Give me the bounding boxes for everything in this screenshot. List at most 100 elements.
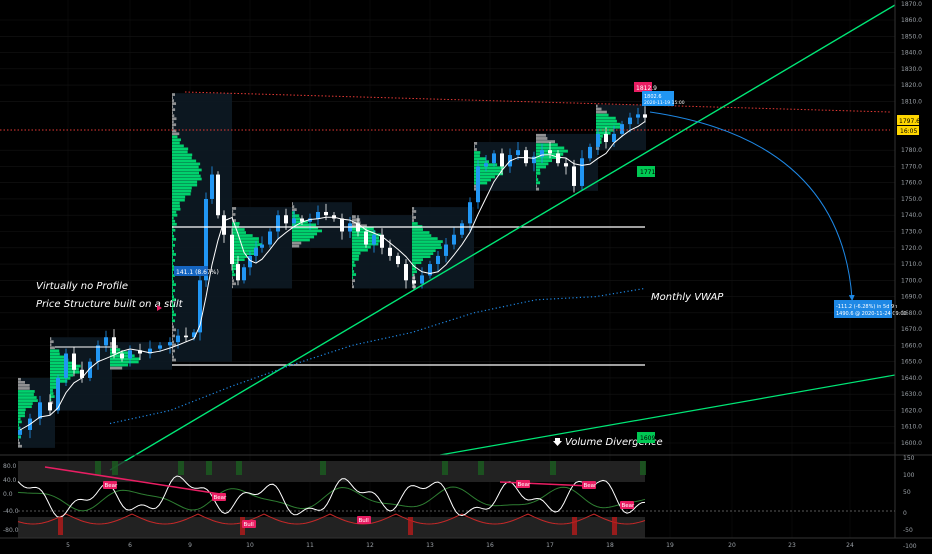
profile-bar — [172, 183, 198, 187]
candle-body — [242, 267, 246, 281]
profile-bar — [50, 346, 55, 350]
profile-bar — [292, 202, 293, 205]
osc-highlight-bar-neg — [612, 517, 617, 535]
profile-bar — [352, 264, 356, 267]
divergence-marker-label: Bear — [105, 483, 119, 489]
date-axis-tick: 6 — [128, 542, 132, 549]
candle-body — [316, 211, 320, 219]
candle-body — [158, 345, 162, 349]
profile-bar — [412, 213, 414, 216]
profile-bar — [352, 257, 359, 261]
price-axis-tick: 1650.0 — [901, 359, 922, 366]
profile-bar — [292, 244, 300, 248]
osc-highlight-bar — [320, 461, 326, 475]
profile-bar — [18, 387, 30, 390]
profile-bar — [172, 204, 180, 208]
price-axis-tick: 1630.0 — [901, 391, 922, 398]
profile-bar — [292, 238, 310, 242]
profile-bar — [18, 417, 21, 421]
profile-bar — [18, 411, 25, 415]
profile-bar — [18, 377, 21, 381]
profile-bar — [172, 334, 175, 338]
profile-bar — [474, 160, 489, 164]
profile-bar — [110, 357, 140, 361]
osc-axis-tick-right: 100 — [903, 472, 915, 479]
candle-body — [636, 114, 640, 118]
profile-bar — [172, 96, 173, 99]
profile-bar — [536, 159, 553, 163]
current-price-text: 1797.6 — [899, 118, 920, 125]
date-axis-tick: 5 — [66, 542, 70, 549]
profile-bar — [18, 438, 19, 442]
candle-body — [64, 353, 68, 378]
osc-highlight-bar-neg — [58, 517, 63, 535]
profile-bar — [536, 165, 546, 169]
profile-bar — [172, 216, 174, 220]
price-axis-tick: 1610.0 — [901, 424, 922, 431]
osc-axis-tick-right: 150 — [903, 455, 915, 462]
divergence-marker-label: Bear — [214, 495, 228, 501]
profile-bar — [412, 219, 415, 222]
profile-bar — [172, 186, 192, 190]
candle-body — [276, 215, 280, 232]
profile-bar — [172, 102, 177, 105]
profile-bar — [18, 380, 25, 384]
profile-bar — [292, 211, 295, 215]
profile-bar — [536, 168, 541, 172]
annotation-no-profile: Virtually no Profile — [36, 281, 128, 292]
profile-bar — [412, 270, 417, 274]
profile-bar — [172, 319, 175, 323]
annotation-monthly-vwap: Monthly VWAP — [651, 292, 724, 303]
candle-body — [104, 337, 108, 346]
profile-bar — [172, 117, 177, 121]
profile-bar — [412, 207, 415, 210]
profile-bar — [172, 222, 177, 226]
candle-body — [500, 153, 504, 167]
price-axis-tick: 1840.0 — [901, 50, 922, 57]
profile-bar — [172, 234, 175, 238]
profile-bar — [18, 390, 35, 393]
profile-bar — [172, 156, 192, 160]
profile-bar — [172, 111, 173, 115]
candle-body — [96, 345, 100, 362]
candle-body — [340, 218, 344, 232]
profile-bar — [172, 141, 180, 145]
profile-bar — [172, 340, 174, 344]
profile-bar — [172, 244, 176, 247]
profile-bar — [172, 322, 173, 326]
profile-bar — [292, 241, 302, 245]
osc-highlight-bar — [178, 461, 184, 475]
osc-axis-tick-right: -50 — [903, 527, 913, 534]
profile-bar — [172, 277, 173, 280]
profile-bar — [412, 234, 432, 237]
candle-body — [128, 350, 132, 359]
date-axis-tick: 13 — [426, 542, 434, 549]
osc-highlight-bar — [478, 461, 484, 475]
price-axis-tick: 1860.0 — [901, 17, 922, 24]
profile-bar — [352, 273, 357, 276]
profile-bar — [232, 213, 236, 216]
profile-bar — [172, 337, 173, 341]
profile-bar — [596, 147, 600, 150]
profile-bar — [50, 349, 60, 353]
candle-body — [230, 234, 234, 265]
trading-chart[interactable]: Virtually no Profile Price Structure bui… — [0, 0, 932, 550]
price-axis-tick: 1670.0 — [901, 326, 922, 333]
profile-bar — [474, 157, 487, 161]
candle-body — [516, 150, 520, 156]
profile-bar — [536, 175, 537, 178]
profile-bar — [18, 393, 34, 396]
candle-body — [492, 153, 496, 164]
profile-bar — [50, 337, 52, 341]
profile-bar — [596, 119, 617, 123]
osc-highlight-bar — [206, 461, 212, 475]
chart-canvas[interactable]: Virtually no Profile Price Structure bui… — [0, 0, 932, 550]
profile-bar — [412, 246, 442, 249]
candle-body — [18, 429, 22, 435]
green-tag-mid-text: 1771 — [640, 169, 655, 176]
profile-bar — [232, 234, 253, 237]
date-axis-tick: 12 — [366, 542, 374, 549]
candle-body — [210, 174, 214, 199]
profile-bar — [50, 355, 67, 359]
osc-axis-tick-left: 0.0 — [3, 491, 13, 498]
